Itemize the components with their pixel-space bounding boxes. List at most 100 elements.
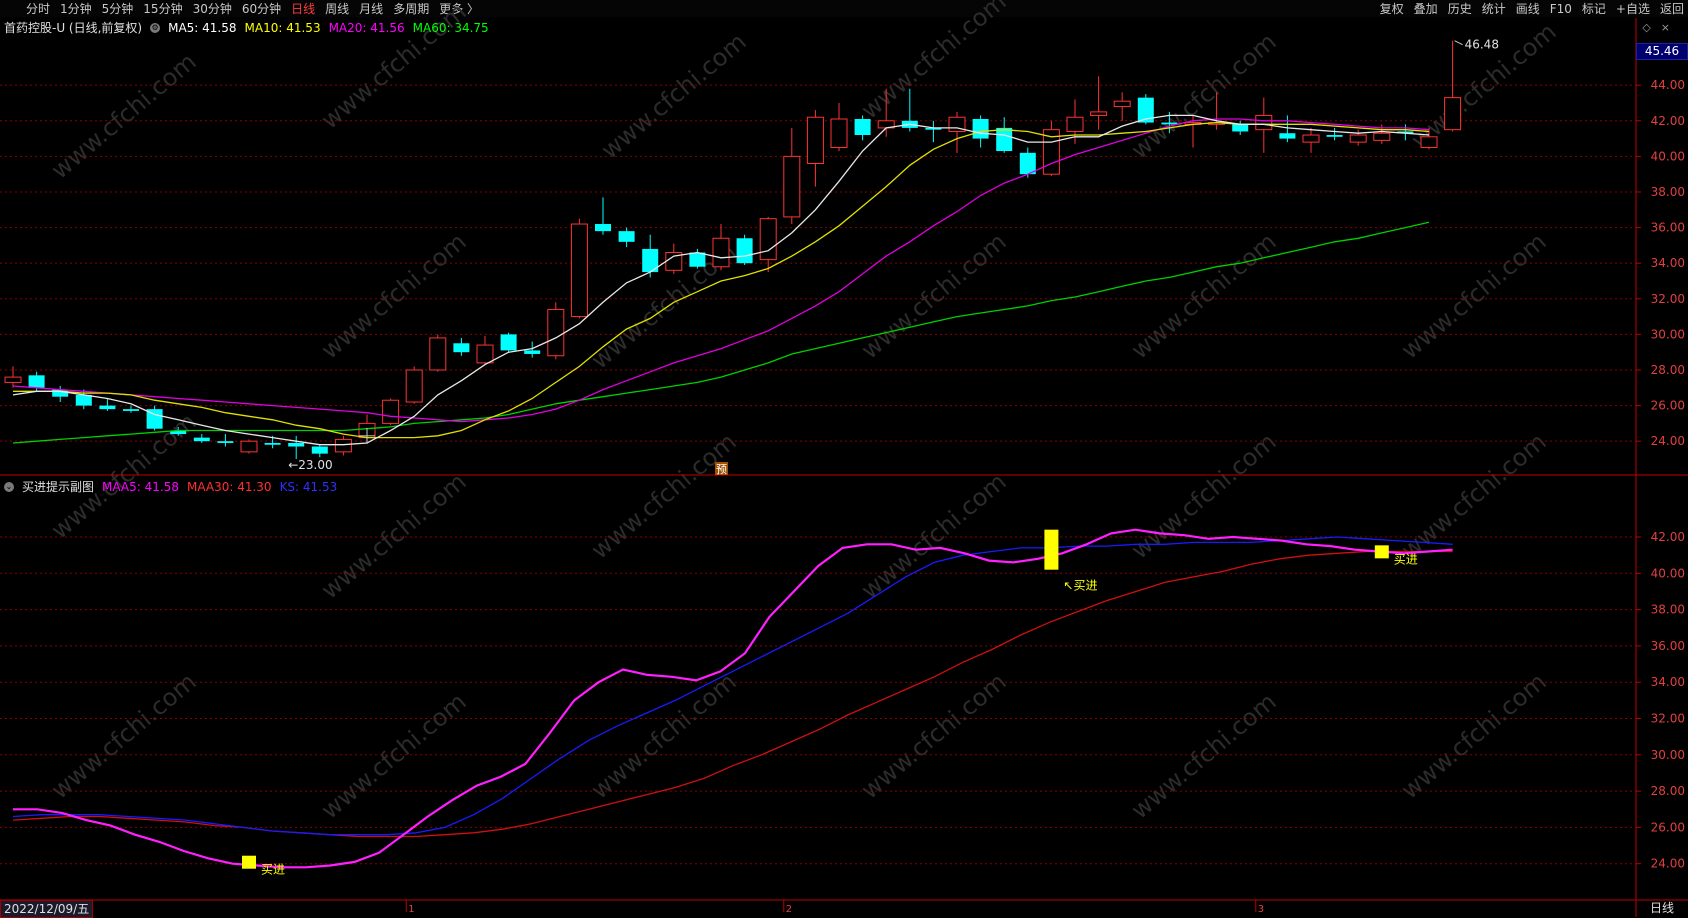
candle-body-13 <box>311 446 328 454</box>
date-label: 2022/12/09/五 <box>0 900 94 918</box>
buy-signal-label-1: ↖买进 <box>1063 579 1097 593</box>
buy-signal-label-2: 买进 <box>1394 552 1418 566</box>
diamond-icon[interactable]: ◇ <box>1642 21 1650 34</box>
candle-body-35 <box>830 118 848 148</box>
watermark-18: www.cfchi.com <box>316 227 472 364</box>
stock-title: 首药控股-U (日线,前复权) <box>4 21 143 35</box>
sub-ma-value-0: MAA5: 41.58 <box>102 479 179 494</box>
main-legend: 首药控股-U (日线,前复权) ⚙ MA5: 41.58 MA10: 41.53 M… <box>4 19 489 36</box>
buy-signal-box-2 <box>1374 545 1389 559</box>
current-price-tag: 45.46 <box>1636 43 1688 60</box>
candle-body-5 <box>123 409 139 411</box>
low-price-label: ←23.00 <box>288 458 332 472</box>
candle-body-54 <box>1279 133 1296 139</box>
candle-body-17 <box>405 369 423 403</box>
candle-body-57 <box>1349 134 1367 143</box>
watermark-9: www.cfchi.com <box>856 467 1012 604</box>
sub-ma-values: MAA5: 41.58 MAA30: 41.30 KS: 41.53 <box>102 480 337 494</box>
buy-signal-label-0: 买进 <box>261 863 285 877</box>
candle-body-56 <box>1326 135 1343 137</box>
watermark-22: www.cfchi.com <box>1396 227 1552 364</box>
month-marker-2: 3 <box>1258 904 1264 915</box>
candle-body-61 <box>1444 97 1462 131</box>
watermark-21: www.cfchi.com <box>1126 227 1282 364</box>
candle-body-55 <box>1302 134 1320 143</box>
sub-tick-label-6: 36.00 <box>1651 639 1685 653</box>
candle-body-19 <box>453 343 470 353</box>
candle-body-49 <box>1161 122 1178 125</box>
watermark-17: www.cfchi.com <box>1396 667 1552 804</box>
candle-body-8 <box>193 437 210 442</box>
close-icon[interactable]: × <box>1661 21 1670 34</box>
chevron-down-icon[interactable]: ⌄ <box>4 481 14 492</box>
main-tick-label-8: 40.00 <box>1651 149 1685 163</box>
candle-body-23 <box>547 308 565 357</box>
kline-chart[interactable]: www.cfchi.com www.cfchi.com www.cfchi.com w… <box>0 0 1688 917</box>
main-tick-label-10: 44.00 <box>1651 78 1685 92</box>
candle-body-11 <box>264 442 281 445</box>
candle-body-31 <box>736 238 753 264</box>
watermark-3: www.cfchi.com <box>856 0 1012 125</box>
candle-body-45 <box>1066 116 1084 132</box>
watermark-0: www.cfchi.com <box>46 47 202 184</box>
watermark-14: www.cfchi.com <box>586 667 742 804</box>
watermark-16: www.cfchi.com <box>1126 687 1282 824</box>
watermark-15: www.cfchi.com <box>856 667 1012 804</box>
candle-body-34 <box>806 116 824 164</box>
sub-tick-label-2: 28.00 <box>1651 784 1685 798</box>
watermark-20: www.cfchi.com <box>856 227 1012 364</box>
candle-body-18 <box>429 337 447 371</box>
settings-circle-icon[interactable]: ⚙ <box>150 22 161 33</box>
candle-body-25 <box>595 224 611 232</box>
watermark-11: www.cfchi.com <box>1396 427 1552 564</box>
period-label[interactable]: 日线 <box>1636 900 1688 917</box>
buy-signal-box-1 <box>1044 529 1059 570</box>
sub-tick-label-1: 26.00 <box>1651 820 1685 834</box>
sub-tick-label-5: 34.00 <box>1651 675 1685 689</box>
candle-body-29 <box>689 252 706 267</box>
candle-body-9 <box>217 441 234 443</box>
candle-body-12 <box>288 442 305 447</box>
main-tick-label-3: 30.00 <box>1651 327 1685 341</box>
sub-tick-label-8: 40.00 <box>1651 566 1685 580</box>
high-price-label: 46.48 <box>1465 38 1499 52</box>
main-tick-label-9: 42.00 <box>1651 114 1685 128</box>
candle-body-32 <box>759 218 777 261</box>
candle-body-42 <box>996 127 1013 152</box>
forecast-marker-label: 预 <box>716 463 727 476</box>
sub-ma-value-1: MAA30: 41.30 <box>186 479 272 494</box>
sub-tick-label-4: 32.00 <box>1651 712 1685 726</box>
main-tick-label-6: 36.00 <box>1651 221 1685 235</box>
watermark-7: www.cfchi.com <box>316 467 472 604</box>
candle-body-60 <box>1420 136 1438 148</box>
month-marker-1: 2 <box>786 904 792 915</box>
sub-tick-label-0: 24.00 <box>1651 857 1685 871</box>
sub-tick-label-7: 38.00 <box>1651 603 1685 617</box>
watermark-8: www.cfchi.com <box>586 427 742 564</box>
buy-signal-box-0 <box>242 855 256 869</box>
candle-body-46 <box>1090 111 1108 116</box>
candle-body-47 <box>1113 100 1131 108</box>
sub-tick-label-9: 42.00 <box>1651 530 1685 544</box>
main-ma-value-0: MA5: 41.58 <box>168 20 237 35</box>
watermark-4: www.cfchi.com <box>1126 27 1282 164</box>
candle-body-26 <box>618 231 635 242</box>
sub-ma-value-2: KS: 41.53 <box>279 479 338 494</box>
main-tick-label-5: 34.00 <box>1651 256 1685 270</box>
main-tick-label-0: 24.00 <box>1651 434 1685 448</box>
high-marker-line <box>1454 40 1463 46</box>
candle-body-14 <box>334 438 352 453</box>
candle-body-52 <box>1232 124 1249 132</box>
watermark-12: www.cfchi.com <box>46 667 202 804</box>
month-marker-0: 1 <box>408 904 414 915</box>
main-ma-value-3: MA60: 34.75 <box>412 20 489 35</box>
candle-body-33 <box>783 155 801 218</box>
sub-tick-label-3: 30.00 <box>1651 748 1685 762</box>
main-tick-label-1: 26.00 <box>1651 399 1685 413</box>
candle-body-41 <box>972 119 989 139</box>
candle-body-10 <box>240 440 258 453</box>
candle-body-36 <box>854 119 871 136</box>
sub-legend: ⌄ 买进提示副图 MAA5: 41.58 MAA30: 41.30 KS: 41.5… <box>4 478 337 495</box>
candle-body-16 <box>382 399 400 424</box>
candle-body-58 <box>1373 132 1391 141</box>
